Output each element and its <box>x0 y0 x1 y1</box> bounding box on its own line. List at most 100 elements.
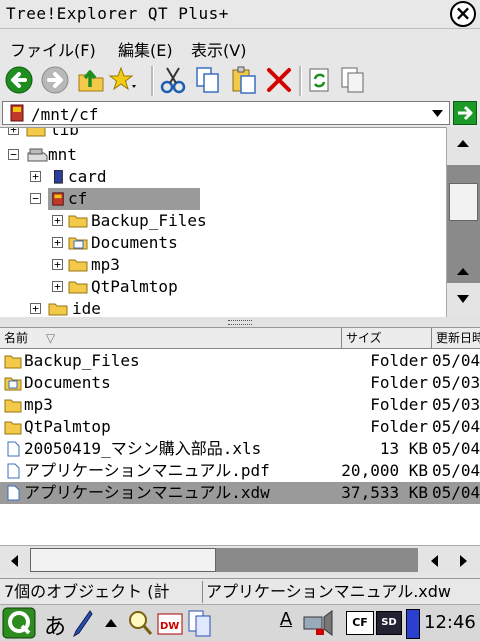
menu-view[interactable]: 表示(V) <box>191 37 246 61</box>
tree-item-backup-files[interactable]: + Backup_Files <box>0 210 440 232</box>
tree-item-label: QtPalmtop <box>91 277 178 296</box>
back-icon[interactable] <box>4 65 34 95</box>
tree-expander[interactable]: + <box>52 259 63 270</box>
battery-icon[interactable] <box>406 609 420 639</box>
scroll-left-icon[interactable] <box>428 553 440 569</box>
start-menu-icon[interactable] <box>2 607 36 639</box>
list-item-selected[interactable]: アプリケーションマニュアル.xdw 37,533 KB 05/04 <box>0 482 480 504</box>
file-size: Folder <box>370 417 428 436</box>
file-name: QtPalmtop <box>24 417 111 436</box>
refresh-icon[interactable] <box>305 65 335 95</box>
favorites-icon[interactable] <box>108 65 138 95</box>
tree-item-lib[interactable]: + lib <box>0 128 440 141</box>
pane-splitter[interactable] <box>0 317 480 327</box>
tree-item-documents[interactable]: + Documents <box>0 232 440 254</box>
tree-expander[interactable]: + <box>30 171 41 182</box>
file-date: 05/04 <box>432 461 480 480</box>
copy-icon[interactable] <box>193 65 223 95</box>
folder-icon <box>68 259 88 272</box>
list-item[interactable]: Documents Folder 05/03 <box>0 372 480 394</box>
taskbar: あ DW A CF SD 12:46 <box>0 604 480 641</box>
list-item[interactable]: QtPalmtop Folder 05/04 <box>0 416 480 438</box>
tree-item-cf[interactable]: − cf <box>0 188 440 210</box>
scroll-thumb[interactable] <box>449 183 478 221</box>
search-app-icon[interactable] <box>126 608 154 638</box>
file-icon <box>7 463 20 479</box>
folder-icon <box>4 421 22 435</box>
docuworks-app-icon[interactable]: DW <box>156 608 184 638</box>
file-date: 05/04 <box>432 483 480 502</box>
list-horizontal-scrollbar[interactable] <box>0 545 480 575</box>
input-mode-indicator[interactable]: あ <box>44 609 66 641</box>
scroll-left-icon[interactable] <box>8 553 20 569</box>
file-date: 05/03 <box>432 395 480 414</box>
folder-icon <box>68 215 88 228</box>
menu-edit[interactable]: 編集(E) <box>118 37 173 61</box>
folder-icon <box>48 303 68 316</box>
scroll-down-icon[interactable] <box>455 293 471 305</box>
sd-card-status-icon[interactable]: SD <box>376 611 402 635</box>
path-input[interactable]: /mnt/cf <box>31 105 98 124</box>
delete-icon[interactable] <box>264 65 294 95</box>
menu-file[interactable]: ファイル(F) <box>10 37 96 61</box>
file-manager-app-icon[interactable] <box>186 608 214 638</box>
column-header-size[interactable]: サイズ <box>342 328 432 348</box>
tree-item-card[interactable]: + card <box>0 166 440 188</box>
tree-expander[interactable]: + <box>8 128 19 135</box>
chevron-down-icon[interactable] <box>427 103 448 123</box>
properties-icon[interactable] <box>338 65 368 95</box>
toolbar <box>0 62 480 100</box>
chevron-up-icon[interactable] <box>104 617 118 629</box>
list-item[interactable]: mp3 Folder 05/03 <box>0 394 480 416</box>
go-arrow-icon <box>458 105 473 121</box>
forward-icon[interactable] <box>40 65 70 95</box>
tree-item-mnt[interactable]: − mnt <box>0 144 440 166</box>
tree-vertical-scrollbar[interactable] <box>446 127 480 317</box>
tree-item-mp3[interactable]: + mp3 <box>0 254 440 276</box>
tree-expander[interactable]: + <box>52 215 63 226</box>
column-header-name[interactable]: 名前 ▽ <box>0 328 342 348</box>
window-title: Tree!Explorer QT Plus+ <box>6 4 229 23</box>
splitter-grip <box>228 320 252 325</box>
tree-item-label: Backup_Files <box>91 211 207 230</box>
up-folder-icon[interactable] <box>76 65 106 95</box>
tree-expander[interactable]: + <box>52 237 63 248</box>
column-header-date[interactable]: 更新日時 <box>432 328 480 348</box>
tree-expander[interactable]: + <box>52 281 63 292</box>
cf-card-status-icon[interactable]: CF <box>346 611 374 635</box>
go-button[interactable] <box>453 101 477 125</box>
file-name: アプリケーションマニュアル.xdw <box>24 483 270 502</box>
close-button[interactable]: × <box>450 1 476 27</box>
tree-item-label: card <box>68 167 107 186</box>
paste-icon[interactable] <box>229 65 259 95</box>
list-item[interactable]: 20050419_マシン購入部品.xls 13 KB 05/04 <box>0 438 480 460</box>
tree-item-label: mp3 <box>91 255 120 274</box>
cut-icon[interactable] <box>158 65 188 95</box>
scroll-right-icon[interactable] <box>458 553 470 569</box>
scroll-up-icon[interactable] <box>455 137 471 149</box>
status-divider <box>202 581 203 603</box>
scroll-up-icon[interactable] <box>455 265 471 277</box>
clock[interactable]: 12:46 <box>424 612 476 633</box>
path-combobox[interactable]: /mnt/cf <box>2 101 450 125</box>
scroll-thumb[interactable] <box>30 548 216 572</box>
file-name: Documents <box>24 373 111 392</box>
sd-card-icon <box>54 170 63 184</box>
volume-icon[interactable] <box>302 609 342 637</box>
font-indicator-icon[interactable]: A <box>272 609 300 637</box>
tree-item-ide[interactable]: + ide <box>0 298 440 318</box>
pen-input-icon[interactable] <box>70 609 94 637</box>
list-item[interactable]: アプリケーションマニュアル.pdf 20,000 KB 05/04 <box>0 460 480 482</box>
tree-expander[interactable]: − <box>8 149 19 160</box>
scroll-track[interactable] <box>216 548 418 572</box>
folder-icon <box>68 281 88 294</box>
status-selected-file: アプリケーションマニュアル.xdw <box>206 582 451 601</box>
tree-expander[interactable]: − <box>30 193 41 204</box>
folder-tree[interactable]: + lib − mnt + card − cf + Backup_Files +… <box>0 127 446 318</box>
file-size: Folder <box>370 373 428 392</box>
file-list[interactable]: 名前 ▽ サイズ 更新日時 Backup_Files Folder 05/04 … <box>0 327 480 546</box>
tree-item-qtpalmtop[interactable]: + QtPalmtop <box>0 276 440 298</box>
list-item[interactable]: Backup_Files Folder 05/04 <box>0 350 480 372</box>
tree-expander[interactable]: + <box>30 303 41 314</box>
status-bar: 7個のオブジェクト (計 アプリケーションマニュアル.xdw <box>0 578 480 605</box>
